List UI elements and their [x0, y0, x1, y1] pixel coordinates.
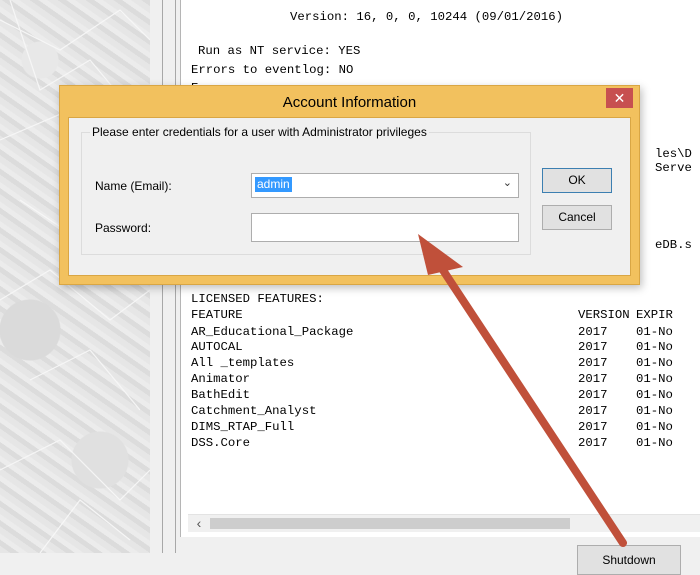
annotation-arrow	[418, 234, 627, 547]
